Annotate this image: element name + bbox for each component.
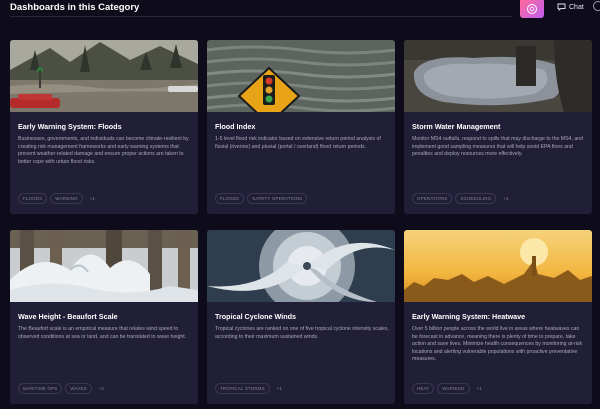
sparkle-face-icon [527,4,537,14]
card-tags: MARITIME OPS WAVES +2 [18,383,108,394]
tag[interactable]: MARITIME OPS [18,383,63,394]
card-tags: TROPICAL STORMS +1 [215,383,286,394]
tag-more[interactable]: +1 [86,194,99,203]
dashboard-card-flood-index[interactable]: Flood Index 1-5 level flood risk indicat… [207,40,395,214]
card-title: Early Warning System: Heatwave [412,312,526,321]
tag[interactable]: WARNING [437,383,470,394]
tag[interactable]: HEAT [412,383,435,394]
card-description: Over 5 billion people across the world l… [412,326,583,363]
tag[interactable]: WARNING [50,193,83,204]
tag[interactable]: FLOODS [18,193,48,204]
tag-more[interactable]: +2 [499,194,512,203]
help-icon[interactable] [593,1,600,11]
card-description: Monitor MS4 outfalls, respond to spills … [412,136,583,158]
card-title: Early Warning System: Floods [18,122,122,131]
card-tags: OPERATIONS SCHEDULING +2 [412,193,513,204]
card-tags: FLOODS SAFETY OPERATIONS [215,193,308,204]
page-title: Dashboards in this Category [10,2,140,13]
tag[interactable]: OPERATIONS [412,193,453,204]
dashboard-card-beaufort-scale[interactable]: Wave Height - Beaufort Scale The Beaufor… [10,230,198,404]
card-title: Flood Index [215,122,256,131]
dashboard-card-heatwave[interactable]: Early Warning System: Heatwave Over 5 bi… [404,230,592,404]
tag-more[interactable]: +1 [473,384,486,393]
card-description: 1-5 level flood risk indicator based on … [215,136,381,150]
tag-more[interactable]: +2 [95,384,108,393]
chat-button[interactable]: Chat [557,1,584,13]
chat-bubble-icon [557,3,566,11]
tag[interactable]: TROPICAL STORMS [215,383,270,394]
tag[interactable]: SAFETY OPERATIONS [247,193,308,204]
card-image-flooded-street [10,40,198,112]
tag[interactable]: WAVES [65,383,92,394]
card-tags: FLOODS WARNING +1 [18,193,99,204]
card-title: Storm Water Management [412,122,501,131]
card-description: Tropical cyclones are ranked on one of f… [215,326,389,340]
card-title: Tropical Cyclone Winds [215,312,297,321]
chat-label: Chat [569,3,584,11]
card-description: The Beaufort scale is an empirical measu… [18,326,187,340]
dashboard-card-tropical-cyclone[interactable]: Tropical Cyclone Winds Tropical cyclones… [207,230,395,404]
tag[interactable]: SCHEDULING [455,193,497,204]
card-tags: HEAT WARNING +1 [412,383,486,394]
card-image-flood-sign [207,40,395,112]
card-image-storm-puddle [404,40,592,112]
ai-assistant-button[interactable] [520,0,544,18]
card-image-hot-city-skyline [404,230,592,302]
card-image-crashing-waves [10,230,198,302]
card-description: Businesses, governments, and individuals… [18,136,189,165]
card-title: Wave Height - Beaufort Scale [18,312,118,321]
title-divider [10,16,512,17]
tag-more[interactable]: +1 [273,384,286,393]
dashboard-card-storm-water[interactable]: Storm Water Management Monitor MS4 outfa… [404,40,592,214]
card-image-cyclone-satellite [207,230,395,302]
header: Dashboards in this Category Chat [0,0,600,20]
tag[interactable]: FLOODS [215,193,245,204]
dashboard-card-floods-warning[interactable]: Early Warning System: Floods Businesses,… [10,40,198,214]
